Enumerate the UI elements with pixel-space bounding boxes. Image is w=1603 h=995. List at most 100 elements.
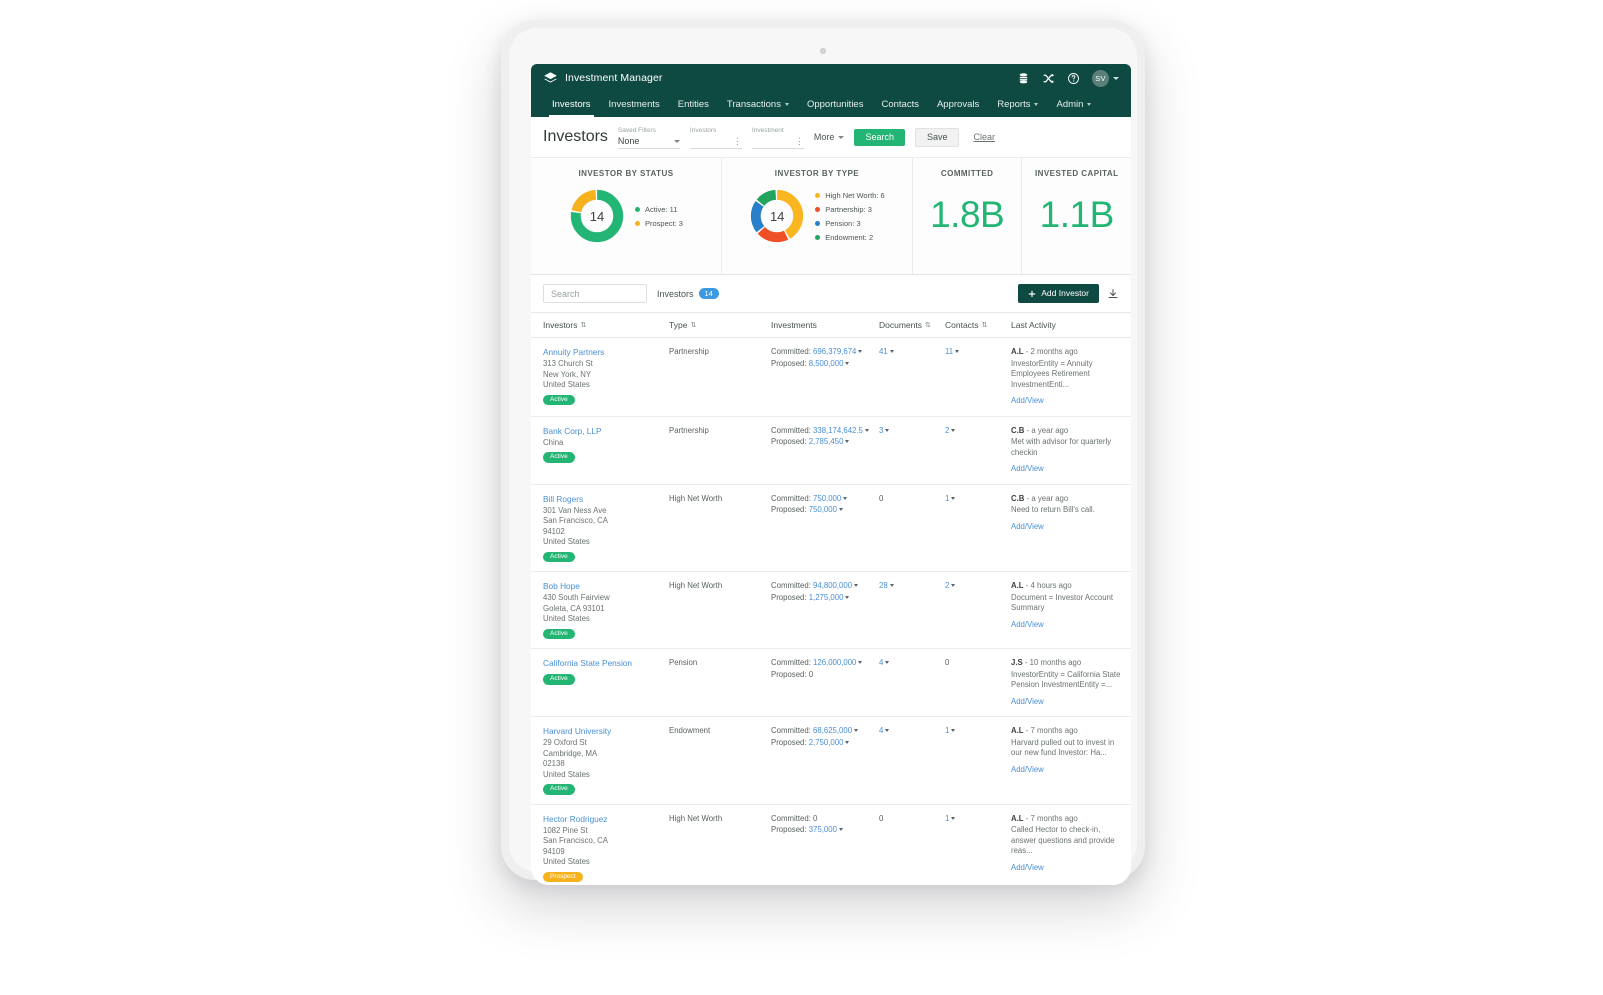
chevron-down-icon[interactable]: [951, 496, 956, 500]
more-filters-button[interactable]: More: [814, 132, 845, 142]
table-row: Bill Rogers 301 Van Ness Ave San Francisco…: [531, 484, 1131, 572]
chevron-down-icon[interactable]: [951, 816, 956, 820]
nav-item-reports[interactable]: Reports: [988, 92, 1047, 117]
nav-item-contacts[interactable]: Contacts: [872, 92, 928, 117]
add-view-link[interactable]: Add/View: [1011, 863, 1127, 874]
chevron-down-icon[interactable]: [845, 595, 850, 599]
chevron-down-icon[interactable]: [845, 440, 850, 444]
proposed-value[interactable]: 2,750,000: [809, 738, 844, 747]
contacts-count[interactable]: 1: [945, 494, 949, 503]
add-view-link[interactable]: Add/View: [1011, 697, 1127, 708]
investor-name-link[interactable]: Annuity Partners: [543, 347, 665, 358]
investor-name-link[interactable]: California State Pension: [543, 658, 665, 669]
chevron-down-icon[interactable]: [858, 350, 863, 354]
download-icon[interactable]: [1107, 288, 1119, 300]
sort-arrows-icon[interactable]: ⇅: [925, 322, 931, 329]
shuffle-icon[interactable]: [1042, 72, 1055, 85]
app-brand[interactable]: Investment Manager: [543, 71, 663, 86]
proposed-value[interactable]: 750,000: [809, 505, 837, 514]
chevron-down-icon[interactable]: [864, 428, 869, 432]
chevron-down-icon[interactable]: [885, 661, 890, 665]
help-circle-icon[interactable]: [1067, 72, 1080, 85]
kebab-menu-icon[interactable]: ⋮: [733, 136, 742, 146]
add-view-link[interactable]: Add/View: [1011, 522, 1127, 533]
chevron-down-icon[interactable]: [889, 584, 894, 588]
contacts-count[interactable]: 1: [945, 814, 949, 823]
activity-text: InvestorEntity = Annuity Employees Retir…: [1011, 358, 1093, 389]
add-view-link[interactable]: Add/View: [1011, 765, 1127, 776]
sort-arrows-icon[interactable]: ⇅: [690, 322, 696, 329]
proposed-value[interactable]: 8,500,000: [809, 359, 844, 368]
nav-item-admin[interactable]: Admin: [1047, 92, 1100, 117]
chevron-down-icon[interactable]: [838, 828, 843, 832]
nav-item-approvals[interactable]: Approvals: [928, 92, 988, 117]
investment-filter-input[interactable]: ⋮: [751, 135, 804, 149]
chevron-down-icon[interactable]: [951, 584, 956, 588]
chevron-down-icon[interactable]: [885, 729, 890, 733]
investors-filter-field[interactable]: Investors ⋮: [689, 126, 742, 149]
add-investor-button[interactable]: Add Investor: [1018, 284, 1099, 303]
investor-name-link[interactable]: Bank Corp, LLP: [543, 426, 665, 437]
proposed-value[interactable]: 1,275,000: [809, 593, 844, 602]
chevron-down-icon[interactable]: [838, 508, 843, 512]
add-view-link[interactable]: Add/View: [1011, 464, 1127, 475]
chevron-down-icon[interactable]: [889, 350, 894, 354]
committed-value[interactable]: 94,800,000: [813, 581, 852, 590]
chevron-down-icon[interactable]: [955, 350, 960, 354]
chevron-down-icon[interactable]: [854, 729, 859, 733]
column-header-investors[interactable]: Investors ⇅: [531, 312, 669, 338]
sort-arrows-icon[interactable]: ⇅: [581, 322, 587, 329]
nav-item-entities[interactable]: Entities: [669, 92, 718, 117]
committed-value[interactable]: 750,000: [813, 494, 841, 503]
column-header-contacts[interactable]: Contacts ⇅: [945, 312, 1011, 338]
nav-item-investments[interactable]: Investments: [600, 92, 669, 117]
chevron-down-icon[interactable]: [845, 740, 850, 744]
committed-value[interactable]: 126,000,000: [813, 658, 856, 667]
committed-value[interactable]: 68,625,000: [813, 726, 852, 735]
chevron-down-icon[interactable]: [951, 428, 956, 432]
contacts-count[interactable]: 11: [945, 347, 953, 356]
investor-name-link[interactable]: Bob Hope: [543, 581, 665, 592]
add-view-link[interactable]: Add/View: [1011, 396, 1127, 407]
save-filter-button[interactable]: Save: [914, 127, 960, 147]
chevron-down-icon[interactable]: [843, 496, 848, 500]
column-header-documents[interactable]: Documents ⇅: [879, 312, 945, 338]
saved-filters-select[interactable]: None: [617, 135, 680, 149]
investor-name-link[interactable]: Harvard University: [543, 726, 665, 737]
documents-count[interactable]: 4: [879, 726, 883, 735]
chevron-down-icon[interactable]: [854, 584, 859, 588]
investment-filter-field[interactable]: Investment ⋮: [751, 126, 804, 149]
user-menu[interactable]: SV: [1092, 69, 1119, 87]
committed-value[interactable]: 696,379,674: [813, 347, 856, 356]
cell-type: High Net Worth: [669, 571, 771, 649]
nav-item-opportunities[interactable]: Opportunities: [798, 92, 873, 117]
investor-name-link[interactable]: Bill Rogers: [543, 494, 665, 505]
chevron-down-icon[interactable]: [885, 428, 890, 432]
add-view-link[interactable]: Add/View: [1011, 620, 1127, 631]
committed-value[interactable]: 338,174,642.5: [813, 426, 863, 435]
documents-count[interactable]: 41: [879, 347, 888, 356]
documents-count[interactable]: 3: [879, 426, 883, 435]
documents-count[interactable]: 28: [879, 581, 888, 590]
column-header-type[interactable]: Type ⇅: [669, 312, 771, 338]
proposed-value[interactable]: 375,000: [809, 825, 837, 834]
kebab-menu-icon[interactable]: ⋮: [795, 136, 804, 146]
chevron-down-icon[interactable]: [951, 729, 956, 733]
nav-item-transactions[interactable]: Transactions: [718, 92, 798, 117]
nav-item-investors[interactable]: Investors: [543, 92, 600, 117]
contacts-count[interactable]: 2: [945, 426, 949, 435]
sort-arrows-icon[interactable]: ⇅: [982, 322, 988, 329]
documents-count[interactable]: 4: [879, 658, 883, 667]
contacts-count[interactable]: 2: [945, 581, 949, 590]
clear-filter-button[interactable]: Clear: [969, 128, 999, 146]
chevron-down-icon[interactable]: [858, 661, 863, 665]
investors-filter-input[interactable]: ⋮: [689, 135, 742, 149]
chevron-down-icon[interactable]: [845, 361, 850, 365]
database-icon[interactable]: [1017, 72, 1030, 85]
search-input[interactable]: [543, 284, 647, 303]
investor-name-link[interactable]: Hector Rodriguez: [543, 814, 665, 825]
saved-filters-field[interactable]: Saved Filters None: [617, 126, 680, 149]
search-button[interactable]: Search: [854, 128, 905, 146]
proposed-value[interactable]: 2,785,450: [809, 437, 844, 446]
contacts-count[interactable]: 1: [945, 726, 949, 735]
